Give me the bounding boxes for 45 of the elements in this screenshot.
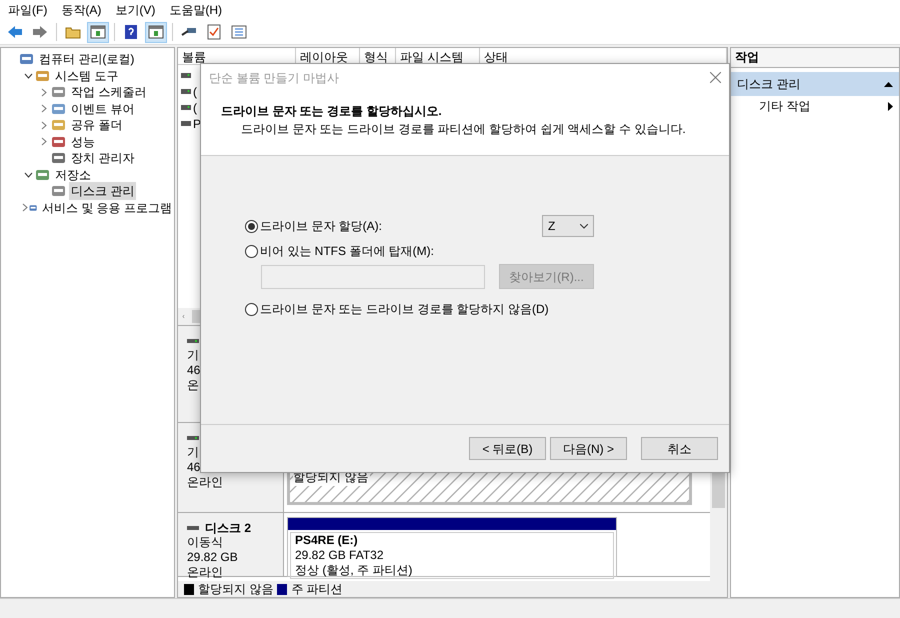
menu-item[interactable]: 보기(V) — [115, 1, 156, 19]
wizard-description: 드라이브 문자 또는 드라이브 경로를 파티션에 할당하여 쉽게 액세스할 수 있습니다. — [240, 121, 687, 138]
disk-info: 29.82 GB — [187, 550, 239, 565]
table-cell-text: ( — [193, 100, 197, 117]
tree-item[interactable]: 성능 — [69, 132, 97, 151]
disk-info: 온 — [187, 378, 200, 393]
disk-info: 46 — [187, 363, 202, 378]
legend-label: 할당되지 않음 — [198, 581, 274, 598]
radio-label[interactable]: 드라이브 문자 할당(A): — [260, 217, 382, 235]
tree-item[interactable]: 장치 관리자 — [69, 149, 136, 168]
disk-info: 이동식 — [187, 535, 224, 550]
partition-info: 정상 (활성, 주 파티션) — [295, 563, 414, 578]
legend-label: 주 파티션 — [291, 581, 343, 598]
table-cell-text: P — [193, 116, 202, 133]
action-item[interactable]: 기타 작업 — [759, 97, 810, 115]
volume-name: PS4RE (E:) — [295, 533, 359, 548]
wizard-heading: 드라이브 문자 또는 경로를 할당하십시오. — [220, 103, 443, 120]
primary-partition[interactable]: PS4RE (E:) 29.82 GB FAT32 정상 (활성, 주 파티션) — [287, 517, 617, 577]
wizard-button[interactable]: 다음(N) > — [550, 437, 627, 460]
table-cell-text: ( — [193, 84, 197, 101]
tree-item[interactable]: 저장소 — [53, 166, 93, 184]
disk-info: 기 — [187, 445, 200, 460]
radio-label[interactable]: 드라이브 문자 또는 드라이브 경로를 할당하지 않음(D) — [260, 300, 549, 318]
menu-item[interactable]: 파일(F) — [8, 1, 48, 19]
tree-item[interactable]: 컴퓨터 관리(로컬) — [37, 50, 136, 68]
menu-item[interactable]: 동작(A) — [61, 1, 102, 19]
disk-info: 기 — [187, 348, 200, 363]
disk-title: 디스크 2 — [205, 520, 252, 536]
menu-item[interactable]: 도움말(H) — [169, 1, 222, 19]
disk-info: 46 — [187, 460, 202, 475]
tree-item[interactable]: 디스크 관리 — [69, 182, 136, 200]
disk-info: 온라인 — [187, 565, 224, 580]
wizard-button[interactable]: < 뒤로(B) — [469, 437, 546, 460]
partition-info: 29.82 GB FAT32 — [295, 548, 384, 563]
actions-header: 작업 — [731, 48, 899, 68]
tree-item[interactable]: 시스템 도구 — [53, 66, 120, 85]
tree-item[interactable]: 서비스 및 응용 프로그램 — [40, 198, 174, 217]
disk-info: 온라인 — [187, 475, 224, 490]
drive-letter-dropdown[interactable]: Z — [542, 215, 594, 237]
wizard-button[interactable]: 취소 — [641, 437, 718, 460]
tree-item[interactable]: 이벤트 뷰어 — [69, 100, 136, 118]
dialog-title: 단순 볼륨 만들기 마법사 — [209, 70, 340, 86]
radio-label[interactable]: 비어 있는 NTFS 폴더에 탑재(M): — [260, 242, 434, 260]
tree-item[interactable]: 공유 폴더 — [69, 116, 124, 134]
tree-item[interactable]: 작업 스케줄러 — [69, 83, 148, 102]
